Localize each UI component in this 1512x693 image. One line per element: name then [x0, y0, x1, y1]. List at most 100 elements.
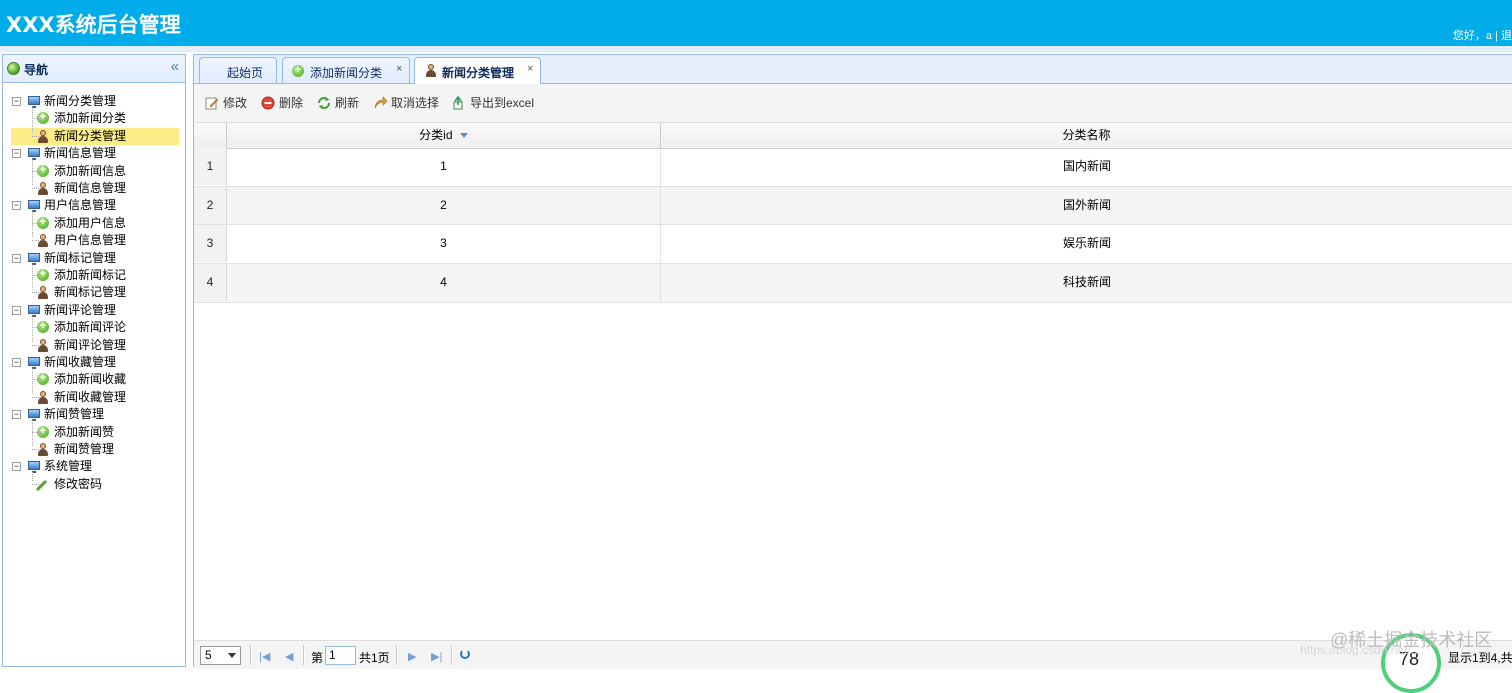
first-page-icon[interactable]: |◀: [259, 650, 270, 663]
export-icon: [453, 96, 463, 110]
page-size-select[interactable]: 5: [200, 646, 241, 665]
collapse-toggle-icon[interactable]: −: [12, 149, 21, 159]
collapse-toggle-icon[interactable]: −: [12, 97, 21, 106]
cell-category-name: 科技新闻: [1062, 275, 1111, 290]
refresh-button[interactable]: 刷新: [317, 95, 359, 111]
edit-button[interactable]: 修改: [205, 95, 247, 111]
monitor-icon: [28, 409, 40, 422]
nav-group-label: 新闻评论管理: [44, 302, 117, 317]
reload-icon[interactable]: [460, 649, 470, 659]
tree-connector: [32, 379, 41, 381]
undo-arrow-icon: [374, 96, 387, 109]
next-page-icon[interactable]: ▶: [408, 650, 416, 663]
cell-category-id: 3: [227, 225, 661, 263]
app-header: XXX系统后台管理 您好，a | 退: [0, 0, 1512, 46]
tree-connector: [32, 483, 41, 485]
tree-connector: [32, 188, 41, 189]
collapse-left-icon[interactable]: «: [171, 58, 179, 75]
nav-group-label: 新闻赞管理: [44, 407, 105, 422]
tree-connector: [32, 449, 41, 450]
column-header-id[interactable]: 分类id: [227, 123, 661, 148]
collapse-toggle-icon[interactable]: −: [12, 462, 21, 472]
refresh-icon: [318, 97, 330, 109]
globe-icon: [7, 62, 20, 75]
prev-page-icon[interactable]: ◀: [285, 650, 293, 663]
nav-item-label: 添加新闻标记: [54, 268, 127, 282]
nav-item-label: 新闻标记管理: [54, 285, 127, 300]
pager-separator: [396, 645, 398, 665]
row-number: 3: [194, 225, 227, 263]
nav-item-label: 新闻分类管理: [54, 128, 127, 143]
monitor-icon: [28, 461, 40, 474]
nav-group-label: 新闻收藏管理: [44, 355, 117, 369]
sidebar: 导航 « − 新闻分类管理 + 添加新闻分类 新闻分类管理 − 新闻信息管理 + 添加新闻信息新…: [2, 54, 186, 667]
tree-connector: [32, 431, 41, 433]
cancel-selection-button[interactable]: 取消选择: [373, 95, 439, 111]
nav-item-label: 新闻收藏管理: [54, 389, 127, 404]
table-row[interactable]: 2 2 国外新闻: [194, 186, 1512, 226]
close-icon[interactable]: ×: [527, 63, 533, 75]
last-page-icon[interactable]: ▶|: [431, 650, 442, 663]
app-title: XXX系统后台管理: [6, 13, 181, 37]
tree-connector: [32, 107, 33, 134]
page-number-input[interactable]: 1: [325, 646, 356, 665]
nav-group-label: 新闻信息管理: [44, 146, 117, 161]
tab-home[interactable]: 起始页: [199, 57, 277, 83]
tab-add-news-category[interactable]: + 添加新闻分类 ×: [282, 57, 410, 83]
nav-item-label: 添加新闻分类: [54, 111, 127, 126]
row-number-header: [194, 123, 227, 148]
tree-connector: [32, 263, 33, 290]
delete-button[interactable]: 删除: [261, 95, 303, 111]
column-header-name[interactable]: 分类名称: [661, 123, 1512, 148]
table-row[interactable]: 4 4 科技新闻: [194, 264, 1512, 303]
grid-toolbar: 修改 删除 刷新 取消选择 导出到excel: [194, 84, 1512, 123]
row-number: 4: [194, 264, 227, 302]
collapse-toggle-icon[interactable]: −: [12, 410, 21, 420]
export-excel-button[interactable]: 导出到excel: [452, 95, 534, 111]
monitor-icon: [28, 96, 40, 108]
nav-item-label: 新闻赞管理: [54, 442, 115, 456]
watermark: @稀土掘金技术社区: [1330, 630, 1493, 650]
nav-group-label: 新闻分类管理: [44, 94, 117, 108]
sidebar-title: 导航: [24, 63, 49, 77]
tab-label: 添加新闻分类: [310, 66, 383, 80]
nav-group-label: 系统管理: [44, 459, 93, 474]
collapse-toggle-icon[interactable]: −: [12, 305, 21, 315]
tab-news-category-manage[interactable]: 新闻分类管理 ×: [414, 57, 541, 84]
monitor-icon: [28, 148, 40, 161]
table-row[interactable]: 1 1 国内新闻: [194, 148, 1512, 187]
close-icon[interactable]: ×: [396, 63, 402, 75]
tree-connector: [32, 315, 33, 342]
tree-connector: [32, 222, 41, 224]
user-info[interactable]: 您好，a | 退: [1453, 27, 1512, 43]
tree-connector: [32, 420, 33, 447]
tree-connector: [32, 240, 41, 242]
pager-separator: [451, 645, 453, 665]
page-prefix-label: 第: [311, 651, 324, 665]
tree-connector: [32, 292, 41, 294]
collapse-toggle-icon[interactable]: −: [12, 358, 21, 367]
tree-connector: [32, 170, 41, 172]
collapse-toggle-icon[interactable]: −: [12, 253, 21, 263]
table-row[interactable]: 3 3 娱乐新闻: [194, 225, 1512, 265]
cell-category-name: 娱乐新闻: [1062, 236, 1111, 251]
tree-connector: [32, 118, 41, 120]
tree-connector: [32, 211, 33, 238]
cell-category-id: 1: [227, 148, 661, 185]
cell-category-id: 2: [227, 186, 661, 224]
tree-connector: [32, 327, 41, 329]
tab-bar: 起始页 + 添加新闻分类 × 新闻分类管理 ×: [194, 55, 1512, 84]
row-number: 1: [194, 148, 227, 185]
monitor-icon: [28, 200, 40, 213]
collapse-toggle-icon[interactable]: −: [12, 201, 21, 211]
sidebar-header: 导航 «: [3, 55, 185, 83]
tree-connector: [32, 159, 33, 186]
pencil-icon: [35, 479, 48, 491]
monitor-icon: [28, 304, 40, 317]
nav-item-label: 添加新闻评论: [54, 320, 127, 335]
pager-separator: [303, 645, 305, 665]
sort-desc-icon: [459, 133, 468, 139]
nav-item-label: 添加用户信息: [54, 215, 127, 230]
edit-icon: [205, 97, 219, 110]
tree-connector: [32, 396, 41, 398]
